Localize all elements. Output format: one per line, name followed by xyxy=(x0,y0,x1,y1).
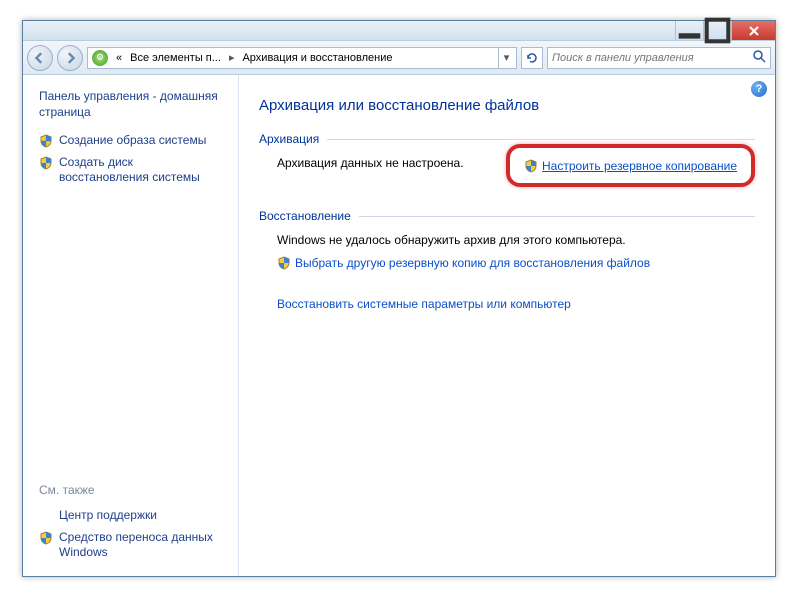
sidebar-link-recovery-disc[interactable]: Создать диск восстановления системы xyxy=(33,152,228,189)
restore-header: Восстановление xyxy=(259,209,351,223)
minimize-button[interactable] xyxy=(675,21,703,40)
sidebar-link-label: Создание образа системы xyxy=(59,133,206,149)
shield-icon xyxy=(39,156,53,170)
titlebar xyxy=(23,21,775,41)
restore-system-link[interactable]: Восстановить системные параметры или ком… xyxy=(277,297,571,311)
shield-icon xyxy=(39,134,53,148)
sidebar: Панель управления - домашняя страница Со… xyxy=(23,75,239,576)
backup-header: Архивация xyxy=(259,132,319,146)
search-icon[interactable] xyxy=(753,50,766,66)
restore-section: Восстановление Windows не удалось обнару… xyxy=(259,209,755,311)
page-title: Архивация или восстановление файлов xyxy=(259,97,755,114)
highlight-callout: Настроить резервное копирование xyxy=(506,144,755,187)
shield-icon xyxy=(277,256,291,270)
breadcrumb-segment[interactable]: Архивация и восстановление xyxy=(238,52,396,64)
sidebar-link-create-image[interactable]: Создание образа системы xyxy=(33,130,228,152)
refresh-button[interactable] xyxy=(521,47,543,69)
divider xyxy=(359,216,755,217)
breadcrumb-prefix: « xyxy=(112,52,126,64)
sidebar-link-label: Создать диск восстановления системы xyxy=(59,155,222,186)
backup-status: Архивация данных не настроена. xyxy=(277,156,464,170)
close-button[interactable] xyxy=(731,21,775,40)
setup-backup-label: Настроить резервное копирование xyxy=(542,159,737,173)
sidebar-link-label: Центр поддержки xyxy=(59,508,157,524)
breadcrumb-dropdown[interactable]: ▾ xyxy=(498,48,514,68)
forward-button[interactable] xyxy=(57,45,83,71)
shield-icon xyxy=(39,531,53,545)
restore-system-label: Восстановить системные параметры или ком… xyxy=(277,297,571,311)
main-content: ? Архивация или восстановление файлов Ар… xyxy=(239,75,775,576)
help-icon[interactable]: ? xyxy=(751,81,767,97)
search-box[interactable] xyxy=(547,47,771,69)
sidebar-link-label: Средство переноса данных Windows xyxy=(59,530,222,561)
sidebar-link-action-center[interactable]: Центр поддержки xyxy=(33,505,228,527)
see-also-label: См. также xyxy=(33,479,228,505)
choose-backup-link[interactable]: Выбрать другую резервную копию для восст… xyxy=(277,255,650,270)
maximize-button[interactable] xyxy=(703,21,731,40)
shield-icon xyxy=(524,159,538,173)
setup-backup-link[interactable]: Настроить резервное копирование xyxy=(524,158,737,173)
sidebar-link-easy-transfer[interactable]: Средство переноса данных Windows xyxy=(33,527,228,564)
search-input[interactable] xyxy=(552,52,753,64)
navbar: ⚙ « Все элементы п... ▸ Архивация и восс… xyxy=(23,41,775,75)
address-bar[interactable]: ⚙ « Все элементы п... ▸ Архивация и восс… xyxy=(87,47,517,69)
backup-section: Архивация Архивация данных не настроена.… xyxy=(259,132,755,187)
control-panel-window: ⚙ « Все элементы п... ▸ Архивация и восс… xyxy=(22,20,776,577)
back-button[interactable] xyxy=(27,45,53,71)
control-panel-icon: ⚙ xyxy=(92,50,108,66)
body: Панель управления - домашняя страница Со… xyxy=(23,75,775,576)
breadcrumb-segment[interactable]: Все элементы п... xyxy=(126,52,225,64)
chevron-right-icon[interactable]: ▸ xyxy=(225,51,239,64)
sidebar-title[interactable]: Панель управления - домашняя страница xyxy=(33,87,228,130)
divider xyxy=(327,139,755,140)
restore-status: Windows не удалось обнаружить архив для … xyxy=(277,233,755,247)
choose-backup-label: Выбрать другую резервную копию для восст… xyxy=(295,256,650,270)
